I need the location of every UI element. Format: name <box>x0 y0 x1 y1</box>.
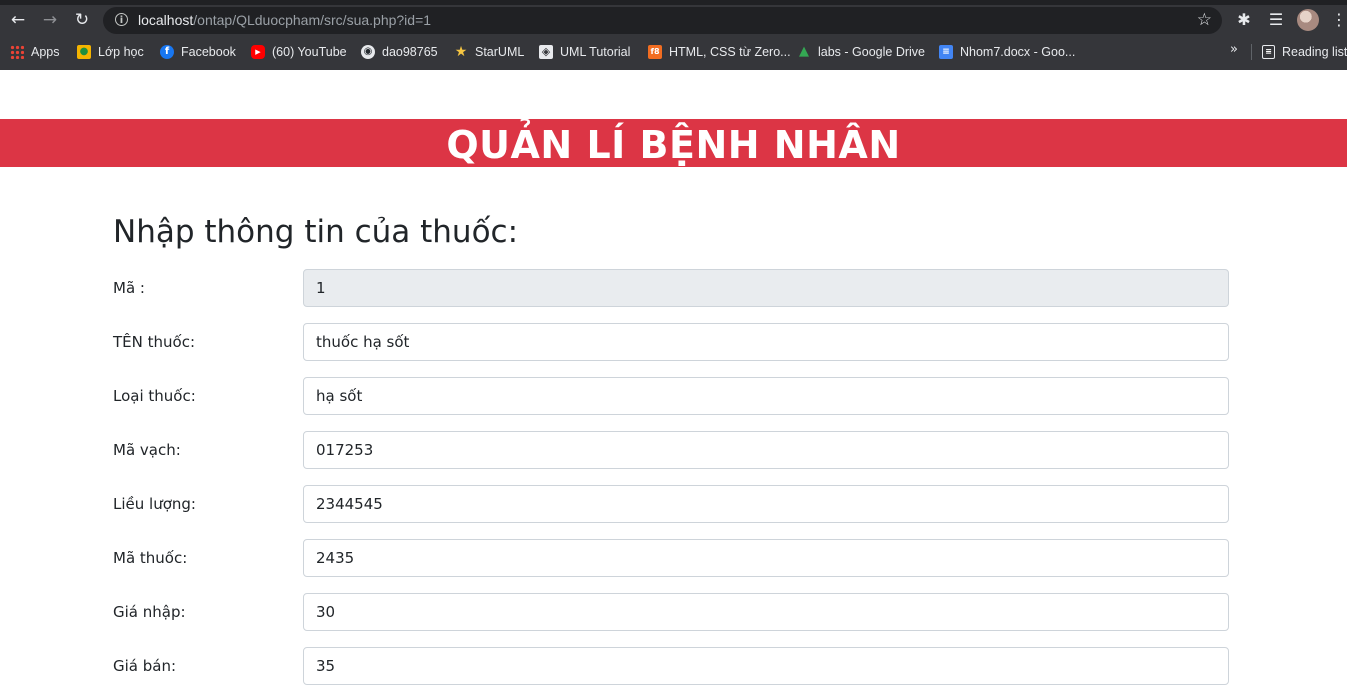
gia-nhap-input[interactable] <box>303 593 1229 631</box>
address-bar[interactable]: i localhost/ontap/QLduocpham/src/sua.php… <box>103 7 1222 34</box>
info-icon[interactable]: i <box>115 13 128 26</box>
field-ten-thuoc: TÊN thuốc: <box>113 323 1229 361</box>
ma-input[interactable] <box>303 269 1229 307</box>
bookmark-label: HTML, CSS từ Zero... <box>669 45 791 59</box>
page-banner: QUẢN LÍ BỆNH NHÂN <box>0 119 1347 167</box>
bookmark-label: dao98765 <box>382 45 438 59</box>
profile-avatar[interactable] <box>1297 9 1319 31</box>
field-gia-nhap: Giá nhập: <box>113 593 1229 631</box>
bookmark-lop-hoc[interactable]: ● Lớp học <box>77 42 144 62</box>
bookmark-apps[interactable]: Apps <box>10 42 60 62</box>
lieu-luong-input[interactable] <box>303 485 1229 523</box>
reading-list-label: Reading list <box>1282 45 1347 59</box>
field-lieu-luong: Liều lượng: <box>113 485 1229 523</box>
bookmarks-divider <box>1251 44 1252 60</box>
reading-list-icon: ≡ <box>1262 45 1275 59</box>
facebook-icon: f <box>160 45 174 59</box>
bookmarks-bar: Apps ● Lớp học f Facebook ▶ (60) YouTube… <box>0 38 1347 66</box>
bookmark-label: Facebook <box>181 45 236 59</box>
f8-icon: f8 <box>648 45 662 59</box>
staruml-icon: ★ <box>454 44 468 60</box>
field-label: Mã : <box>113 279 145 297</box>
tab-strip <box>0 0 1347 5</box>
ma-vach-input[interactable] <box>303 431 1229 469</box>
field-label: Giá nhập: <box>113 603 186 621</box>
url-path: /ontap/QLduocpham/src/sua.php?id=1 <box>193 12 432 28</box>
field-label: Giá bán: <box>113 657 177 675</box>
bookmark-staruml[interactable]: ★ StarUML <box>454 42 525 62</box>
bookmark-nhom7-docx[interactable]: ≡ Nhom7.docx - Goo... <box>939 42 1075 62</box>
uml-icon: ◈ <box>539 45 553 59</box>
reload-icon[interactable]: ↻ <box>71 9 93 31</box>
field-label: Loại thuốc: <box>113 387 196 405</box>
menu-kebab-icon[interactable]: ⋮ <box>1328 9 1347 31</box>
bookmark-html-css[interactable]: f8 HTML, CSS từ Zero... <box>648 42 791 62</box>
forward-arrow-icon[interactable]: → <box>39 9 61 31</box>
field-ma: Mã : <box>113 269 1229 307</box>
url-text[interactable]: localhost/ontap/QLduocpham/src/sua.php?i… <box>138 7 431 34</box>
url-host: localhost <box>138 12 194 28</box>
bookmark-youtube[interactable]: ▶ (60) YouTube <box>251 42 347 62</box>
loai-thuoc-input[interactable] <box>303 377 1229 415</box>
bookmark-label: labs - Google Drive <box>818 45 925 59</box>
back-arrow-icon[interactable]: ← <box>7 9 29 31</box>
bookmark-label: Apps <box>31 45 60 59</box>
bookmark-github[interactable]: ◉ dao98765 <box>361 42 438 62</box>
gia-ban-input[interactable] <box>303 647 1229 685</box>
bookmark-google-drive[interactable]: ▲ labs - Google Drive <box>797 42 925 62</box>
media-queue-icon[interactable]: ☰ <box>1265 9 1287 31</box>
youtube-icon: ▶ <box>251 45 265 59</box>
bookmark-uml-tutorial[interactable]: ◈ UML Tutorial <box>539 42 630 62</box>
bookmark-label: StarUML <box>475 45 525 59</box>
bookmark-label: UML Tutorial <box>560 45 631 59</box>
extensions-puzzle-icon[interactable]: ✱ <box>1233 9 1255 31</box>
apps-grid-icon <box>10 45 24 59</box>
bookmark-label: (60) YouTube <box>272 45 347 59</box>
google-docs-icon: ≡ <box>939 45 953 59</box>
field-label: Mã thuốc: <box>113 549 188 567</box>
field-gia-ban: Giá bán: <box>113 647 1229 685</box>
classroom-icon: ● <box>77 45 91 59</box>
form-title: Nhập thông tin của thuốc: <box>113 214 519 250</box>
ma-thuoc-input[interactable] <box>303 539 1229 577</box>
field-ma-thuoc: Mã thuốc: <box>113 539 1229 577</box>
google-drive-icon: ▲ <box>799 44 809 59</box>
field-loai-thuoc: Loại thuốc: <box>113 377 1229 415</box>
bookmark-facebook[interactable]: f Facebook <box>160 42 236 62</box>
field-label: Liều lượng: <box>113 495 196 513</box>
reading-list-button[interactable]: ≡ Reading list <box>1262 42 1347 62</box>
field-label: Mã vạch: <box>113 441 181 459</box>
bookmark-label: Lớp học <box>98 45 144 59</box>
bookmark-label: Nhom7.docx - Goo... <box>960 45 1076 59</box>
bookmarks-overflow-chevron-icon[interactable]: » <box>1230 42 1238 57</box>
github-icon: ◉ <box>361 45 375 59</box>
field-ma-vach: Mã vạch: <box>113 431 1229 469</box>
browser-chrome: ← → ↻ i localhost/ontap/QLduocpham/src/s… <box>0 0 1347 70</box>
ten-thuoc-input[interactable] <box>303 323 1229 361</box>
bookmark-star-icon[interactable]: ☆ <box>1197 7 1212 34</box>
field-label: TÊN thuốc: <box>113 333 196 351</box>
